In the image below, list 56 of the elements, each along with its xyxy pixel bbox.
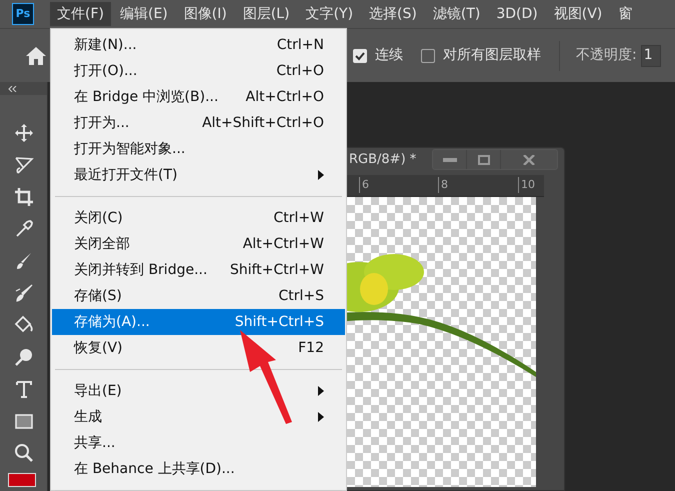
opacity-label: 不透明度: [576,46,637,65]
menu-item[interactable]: 导出(E) [52,378,345,404]
menu-item[interactable]: 打开(O)... Ctrl+O [52,58,345,84]
submenu-arrow-icon [318,386,324,396]
menu-item[interactable]: 在 Behance 上共享(D)... [52,456,345,482]
ruler-label: 10 [518,177,535,193]
minimize-icon [442,158,456,162]
submenu-arrow-icon [318,412,324,422]
menu-item[interactable]: 关闭(C) Ctrl+W [52,205,345,231]
menu-bar-item[interactable]: 编辑(E) [112,2,175,26]
close-icon [523,154,535,164]
type-icon[interactable] [14,379,34,399]
zoom-icon[interactable] [14,443,34,463]
rectangle-icon[interactable] [14,411,34,431]
menu-bar-item[interactable]: 文字(Y) [298,2,360,26]
move-icon[interactable] [14,123,34,143]
eyedropper-icon[interactable] [14,219,34,239]
home-icon[interactable] [25,46,47,66]
foreground-color-swatch[interactable] [8,473,36,487]
ruler-label: 6 [359,177,369,193]
checkbox-label: 对所有图层取样 [443,46,541,65]
opacity-field[interactable]: 1 [640,44,661,66]
menu-item[interactable]: 打开为智能对象... [52,136,345,162]
ruler-label: 8 [438,177,448,193]
menu-item[interactable]: 关闭全部 Alt+Ctrl+W [52,231,345,257]
submenu-arrow-icon [318,170,324,180]
menu-bar-item[interactable]: 图像(I) [176,2,234,26]
menu-item[interactable]: 恢复(V) F12 [52,335,345,361]
menu-bar-item[interactable]: 视图(V) [546,2,610,26]
crop-icon[interactable] [14,187,34,207]
menu-item[interactable]: 在 Bridge 中浏览(B)... Alt+Ctrl+O [52,84,345,110]
maximize-icon [478,154,490,164]
checkbox-label: 连续 [375,46,403,65]
collapse-icon[interactable] [8,86,18,92]
healing-brush-icon[interactable] [14,283,34,303]
menu-item[interactable]: 关闭并转到 Bridge... Shift+Ctrl+W [52,257,345,283]
menu-bar-item[interactable]: 图层(L) [236,2,297,26]
dodge-icon[interactable] [14,347,34,367]
menu-item[interactable]: 最近打开文件(T) [52,162,345,188]
menu-bar-item[interactable]: 选择(S) [362,2,424,26]
menu-item[interactable]: 存储(S) Ctrl+S [52,283,345,309]
lasso-select-icon[interactable] [14,155,34,175]
menu-item[interactable]: 新建(N)... Ctrl+N [52,32,345,58]
menu-bar-item[interactable]: 文件(F) [50,2,111,26]
menu-item[interactable]: 打开为... Alt+Shift+Ctrl+O [52,110,345,136]
document-title: RGB/8#) * [349,150,416,169]
menu-bar-item[interactable]: 3D(D) [489,2,545,26]
menu-item[interactable]: 存储为(A)... Shift+Ctrl+S [52,309,345,335]
checkbox[interactable] [353,48,367,62]
menu-bar-item[interactable]: 窗 [611,2,640,26]
menu-bar-item[interactable]: 滤镜(T) [426,2,488,26]
menu-item[interactable]: 生成 [52,404,345,430]
checkbox[interactable] [421,48,435,62]
menu-item[interactable]: 共享... [52,430,345,456]
paint-bucket-icon[interactable] [14,315,34,335]
photoshop-logo: Ps [12,3,34,25]
